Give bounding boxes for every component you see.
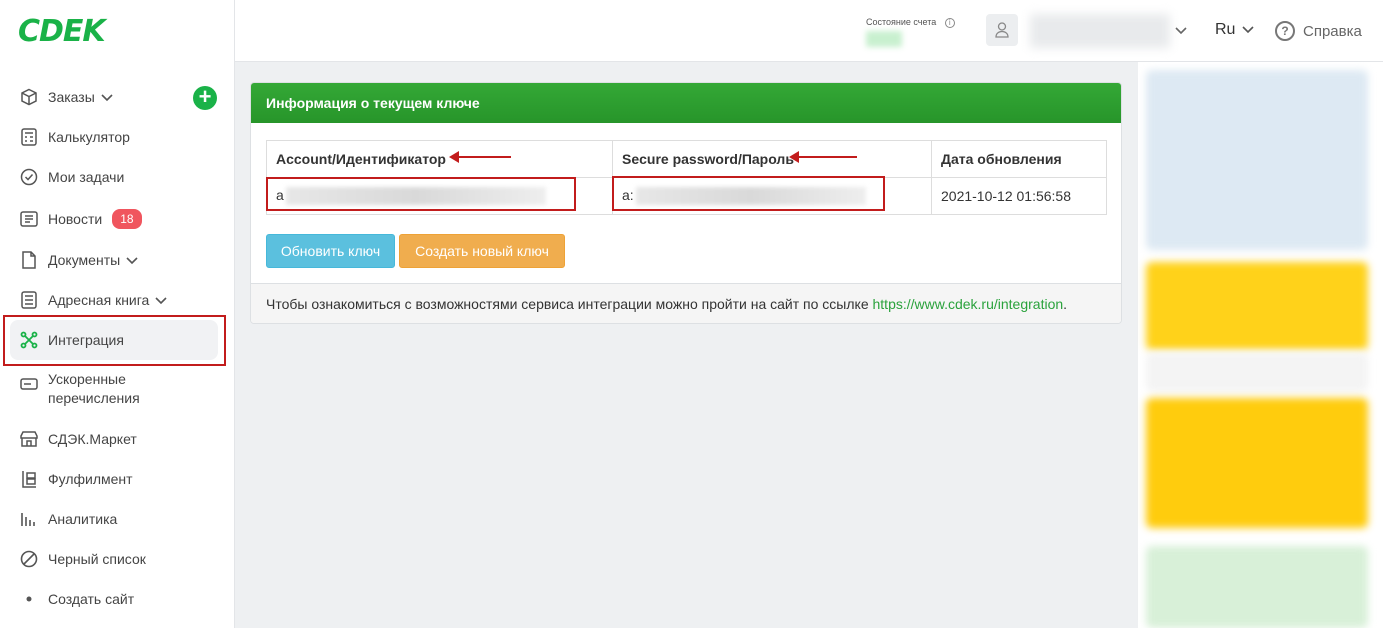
language-selector[interactable]: Ru <box>1215 21 1254 39</box>
news-count-badge: 18 <box>112 209 142 229</box>
panel-title: Информация о текущем ключе <box>251 83 1121 123</box>
sidebar-item-fulfillment[interactable]: Фулфилмент <box>10 459 218 499</box>
create-new-key-button[interactable]: Создать новый ключ <box>399 234 565 268</box>
sidebar-item-blacklist[interactable]: Черный список <box>10 539 218 579</box>
help-link[interactable]: ? Справка <box>1275 21 1362 41</box>
analytics-icon <box>19 509 39 529</box>
sidebar-item-analytics[interactable]: Аналитика <box>10 499 218 539</box>
promo-banner[interactable] <box>1146 546 1368 628</box>
sidebar-item-label: СДЭК.Маркет <box>48 431 137 447</box>
integration-link[interactable]: https://www.cdek.ru/integration <box>873 296 1064 312</box>
sidebar-item-label: Фулфилмент <box>48 471 133 487</box>
sidebar-item-label: Черный список <box>48 551 146 567</box>
column-header-account: Account/Идентификатор <box>266 140 613 178</box>
table-header-row: Account/Идентификатор Secure password/Па… <box>266 140 1107 178</box>
account-status-label: Состояние счета <box>866 17 937 27</box>
promo-sidebar <box>1138 62 1383 628</box>
sidebar-item-create-site[interactable]: Создать сайт <box>10 579 218 619</box>
promo-banner[interactable] <box>1146 398 1368 528</box>
integration-highlight-box <box>3 315 226 366</box>
sidebar-item-label: Калькулятор <box>48 129 130 145</box>
arrow-left-icon <box>789 151 857 163</box>
chevron-down-icon <box>126 252 138 268</box>
address-book-icon <box>19 290 39 310</box>
sidebar-item-fast-transfers[interactable]: Ускоренные перечисления <box>10 370 218 414</box>
calculator-icon <box>19 127 39 147</box>
sidebar: CDEK + Заказы Калькулятор Мои задачи Нов… <box>0 0 235 628</box>
promo-banner[interactable] <box>1146 262 1368 350</box>
sidebar-item-tasks[interactable]: Мои задачи <box>10 157 218 197</box>
sidebar-item-label: Создать сайт <box>48 591 135 607</box>
sidebar-item-orders[interactable]: Заказы <box>10 77 218 117</box>
cdek-logo[interactable]: CDEK <box>18 14 106 49</box>
chevron-down-icon <box>155 292 167 308</box>
sidebar-item-documents[interactable]: Документы <box>10 240 218 280</box>
user-name-redacted[interactable] <box>1030 14 1170 48</box>
sidebar-item-address-book[interactable]: Адресная книга <box>10 280 218 320</box>
sidebar-item-label: Документы <box>48 252 121 268</box>
key-info-panel: Информация о текущем ключе Account/Идент… <box>250 82 1122 324</box>
document-icon <box>19 250 39 270</box>
promo-banner[interactable] <box>1146 352 1368 392</box>
sidebar-item-label: Ускоренные перечисления <box>48 371 140 406</box>
chevron-down-icon[interactable] <box>1175 22 1187 38</box>
store-icon <box>19 429 39 449</box>
account-status: Состояние счета i <box>866 17 955 28</box>
fulfillment-icon <box>19 469 39 489</box>
integration-info-footer: Чтобы ознакомиться с возможностями серви… <box>251 283 1121 323</box>
sidebar-item-label: Мои задачи <box>48 169 125 185</box>
column-header-updated: Дата обновления <box>931 140 1107 178</box>
sidebar-item-label: Адресная книга <box>48 292 150 308</box>
account-highlight-box <box>266 177 576 211</box>
sidebar-item-label: Заказы <box>48 89 95 105</box>
footer-end: . <box>1063 296 1068 312</box>
sidebar-item-calculator[interactable]: Калькулятор <box>10 117 218 157</box>
arrow-left-icon <box>449 151 511 163</box>
account-balance-redacted <box>866 31 902 47</box>
sidebar-item-label: Новости <box>48 211 103 227</box>
password-highlight-box <box>612 176 885 211</box>
user-avatar[interactable] <box>986 14 1018 46</box>
sidebar-item-label: Аналитика <box>48 511 118 527</box>
dot-icon <box>19 589 39 609</box>
column-header-password: Secure password/Пароль <box>612 140 932 178</box>
blocked-icon <box>19 549 39 569</box>
question-icon: ? <box>1275 21 1295 41</box>
language-label: Ru <box>1215 21 1236 38</box>
info-icon[interactable]: i <box>944 18 955 28</box>
news-icon <box>19 209 39 229</box>
updated-cell: 2021-10-12 01:56:58 <box>931 177 1107 215</box>
promo-banner[interactable] <box>1146 70 1368 250</box>
refresh-key-button[interactable]: Обновить ключ <box>266 234 395 268</box>
box-icon <box>19 87 39 107</box>
footer-text: Чтобы ознакомиться с возможностями серви… <box>266 296 873 312</box>
chevron-down-icon <box>101 89 113 105</box>
top-header: Состояние счета i Ru ? Справка <box>235 0 1383 62</box>
help-label: Справка <box>1303 22 1362 40</box>
sidebar-item-market[interactable]: СДЭК.Маркет <box>10 419 218 459</box>
check-circle-icon <box>19 167 39 187</box>
transfer-icon <box>19 374 39 394</box>
sidebar-item-news[interactable]: Новости 18 <box>10 199 218 239</box>
